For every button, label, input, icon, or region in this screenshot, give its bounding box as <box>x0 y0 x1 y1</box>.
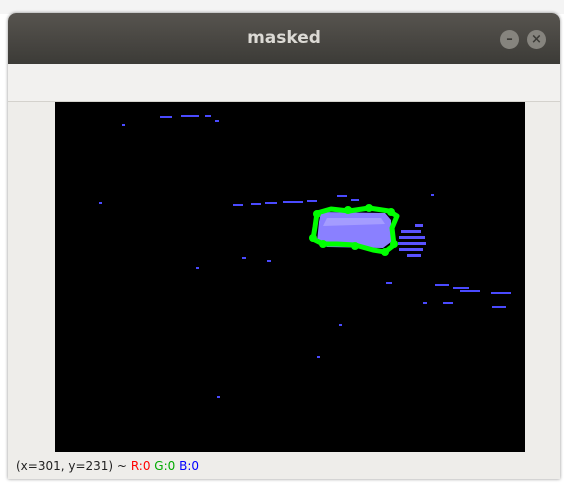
noise-mark <box>217 396 220 398</box>
noise-mark <box>491 292 511 294</box>
toolbar <box>8 64 560 102</box>
cursor-coordinates: (x=301, y=231) ~ <box>16 459 127 473</box>
contour-point <box>313 210 321 218</box>
noise-mark <box>435 284 449 286</box>
noise-mark <box>99 202 102 204</box>
streak <box>415 224 423 227</box>
image-canvas[interactable] <box>55 102 525 452</box>
noise-mark <box>337 195 347 197</box>
noise-mark <box>307 200 317 202</box>
pixel-red-value: R:0 <box>130 459 151 473</box>
streak <box>398 242 426 245</box>
noise-mark <box>423 302 427 304</box>
pixel-blue-value: B:0 <box>179 459 200 473</box>
contour-point <box>390 240 398 248</box>
noise-mark <box>122 124 125 126</box>
background-window-edge <box>0 0 564 14</box>
noise-mark <box>233 204 243 206</box>
noise-mark <box>443 302 453 304</box>
noise-mark <box>160 116 172 118</box>
noise-mark <box>492 306 506 308</box>
streak <box>401 230 421 233</box>
noise-mark <box>339 324 342 326</box>
noise-mark <box>181 115 199 117</box>
noise-mark <box>351 199 359 201</box>
contour-point <box>319 240 327 248</box>
noise-mark <box>205 115 211 117</box>
image-background <box>55 102 525 452</box>
contour-point <box>344 206 352 214</box>
window-title: masked <box>247 28 321 48</box>
noise-mark <box>196 267 199 269</box>
noise-mark <box>386 282 392 284</box>
noise-mark <box>460 290 480 292</box>
noise-mark <box>265 202 277 204</box>
noise-mark <box>251 203 261 205</box>
noise-mark <box>317 356 320 358</box>
pixel-green-value: G:0 <box>154 459 176 473</box>
screen: masked – × (x=301, y=231) ~ R:0 G:0 B:0 <box>0 0 564 483</box>
noise-mark <box>215 120 219 122</box>
noise-mark <box>431 194 434 196</box>
streak <box>399 236 425 239</box>
contour-point <box>309 234 317 242</box>
streak <box>399 248 423 251</box>
streak <box>407 254 421 257</box>
image-window: masked – × (x=301, y=231) ~ R:0 G:0 B:0 <box>8 13 560 479</box>
close-icon[interactable]: × <box>527 30 546 49</box>
noise-mark <box>283 201 303 203</box>
contour-point <box>381 248 389 256</box>
contour-point <box>351 242 359 250</box>
title-bar[interactable]: masked – × <box>8 13 560 64</box>
contour-point <box>387 208 395 216</box>
minimize-icon[interactable]: – <box>500 30 519 49</box>
contour-point <box>365 204 373 212</box>
status-bar: (x=301, y=231) ~ R:0 G:0 B:0 <box>8 454 560 479</box>
noise-mark <box>242 257 246 259</box>
masked-image <box>55 102 525 452</box>
noise-mark <box>267 260 271 262</box>
noise-mark <box>453 287 469 289</box>
